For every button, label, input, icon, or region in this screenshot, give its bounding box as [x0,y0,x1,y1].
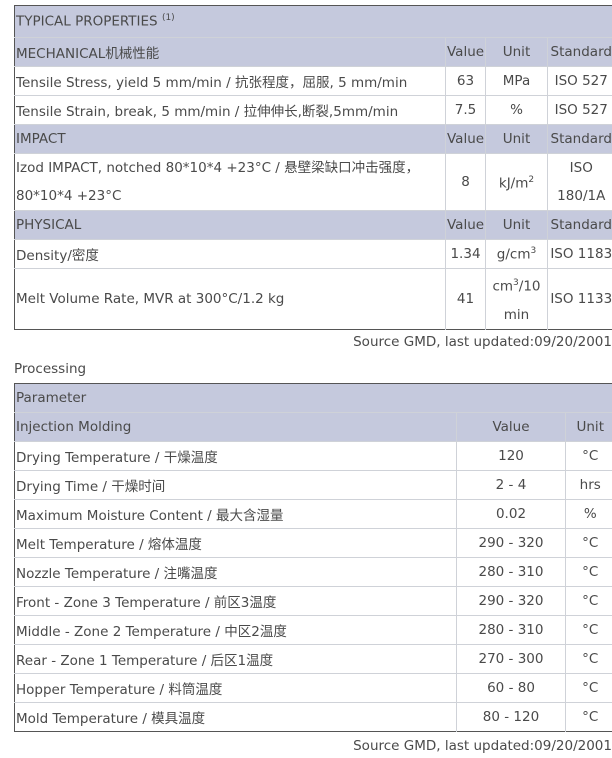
property-unit: cm3/10min [486,269,548,330]
typical-properties-title: TYPICAL PROPERTIES (1) [15,6,612,38]
parameter-value: 290 - 320 [457,529,566,558]
parameter-unit: °C [566,558,612,587]
table-row: Nozzle Temperature / 注嘴温度280 - 310°C [15,558,612,587]
parameter-unit: °C [566,703,612,732]
parameter-unit: °C [566,616,612,645]
parameter-name: Drying Temperature / 干燥温度 [15,442,457,471]
property-standard: ISO 527 [548,67,612,96]
parameter-name: Rear - Zone 1 Temperature / 后区1温度 [15,645,457,674]
property-value: 41 [446,269,486,330]
parameter-unit: °C [566,442,612,471]
value-column-header: Value [446,38,486,67]
parameter-unit: °C [566,529,612,558]
property-value: 63 [446,67,486,96]
parameter-name: Front - Zone 3 Temperature / 前区3温度 [15,587,457,616]
property-standard: ISO 527 [548,96,612,125]
table-row: Rear - Zone 1 Temperature / 后区1温度270 - 3… [15,645,612,674]
table-row: Maximum Moisture Content / 最大含湿量0.02% [15,500,612,529]
parameter-header-row: Parameter [15,384,612,413]
property-standard: ISO 1133 [548,269,612,330]
parameter-name: Middle - Zone 2 Temperature / 中区2温度 [15,616,457,645]
property-name: Density/密度 [15,240,446,269]
source-note: Source GMD, last updated:09/20/2001 [14,330,612,354]
parameter-value: 120 [457,442,566,471]
property-name: Melt Volume Rate, MVR at 300°C/1.2 kg [15,269,446,330]
table-row: Front - Zone 3 Temperature / 前区3温度290 - … [15,587,612,616]
property-name: Tensile Strain, break, 5 mm/min / 拉伸伸长,断… [15,96,446,125]
property-unit: kJ/m2 [486,154,548,211]
value-column-header: Value [457,413,566,442]
source-note: Source GMD, last updated:09/20/2001 [14,734,612,758]
property-value: 8 [446,154,486,211]
table-row: Melt Temperature / 熔体温度290 - 320°C [15,529,612,558]
table-row: Middle - Zone 2 Temperature / 中区2温度280 -… [15,616,612,645]
parameter-value: 280 - 310 [457,558,566,587]
parameter-unit: °C [566,587,612,616]
property-unit: % [486,96,548,125]
unit-column-header: Unit [486,38,548,67]
unit-column-header: Unit [486,211,548,240]
table-row: Drying Temperature / 干燥温度120°C [15,442,612,471]
typical-properties-header: TYPICAL PROPERTIES (1) [15,6,612,38]
standard-column-header: Standard [548,38,612,67]
parameter-name: Mold Temperature / 模具温度 [15,703,457,732]
footnote-marker: (1) [162,13,175,23]
table-row: Izod IMPACT, notched 80*10*4 +23°C / 悬壁梁… [15,154,612,211]
parameter-value: 290 - 320 [457,587,566,616]
property-unit: g/cm3 [486,240,548,269]
parameter-unit: °C [566,674,612,703]
standard-column-header: Standard [548,211,612,240]
processing-title: Processing [14,357,86,381]
parameter-name: Melt Temperature / 熔体温度 [15,529,457,558]
parameter-name: Maximum Moisture Content / 最大含湿量 [15,500,457,529]
parameter-heading: Parameter [15,384,612,413]
value-column-header: Value [446,211,486,240]
parameter-value: 80 - 120 [457,703,566,732]
table-row: Mold Temperature / 模具温度80 - 120°C [15,703,612,732]
mechanical-header-row: MECHANICAL机械性能 Value Unit Standard [15,38,612,67]
parameter-value: 270 - 300 [457,645,566,674]
property-value: 7.5 [446,96,486,125]
table-row: Melt Volume Rate, MVR at 300°C/1.2 kg 41… [15,269,612,330]
parameter-name: Hopper Temperature / 料筒温度 [15,674,457,703]
unit-column-header: Unit [486,125,548,154]
physical-heading: PHYSICAL [15,211,446,240]
property-standard: ISO180/1A [548,154,612,211]
standard-column-header: Standard [548,125,612,154]
unit-column-header: Unit [566,413,612,442]
table-row: Drying Time / 干燥时间2 - 4hrs [15,471,612,500]
table-row: Hopper Temperature / 料筒温度60 - 80°C [15,674,612,703]
parameter-unit: % [566,500,612,529]
parameter-value: 60 - 80 [457,674,566,703]
parameter-unit: hrs [566,471,612,500]
parameter-value: 280 - 310 [457,616,566,645]
parameter-name: Nozzle Temperature / 注嘴温度 [15,558,457,587]
property-standard: ISO 1183 [548,240,612,269]
parameter-value: 0.02 [457,500,566,529]
table-row: Density/密度 1.34 g/cm3 ISO 1183 [15,240,612,269]
property-name: Izod IMPACT, notched 80*10*4 +23°C / 悬壁梁… [15,154,446,211]
property-value: 1.34 [446,240,486,269]
value-column-header: Value [446,125,486,154]
table-row: Tensile Stress, yield 5 mm/min / 抗张程度，屈服… [15,67,612,96]
processing-table: Parameter Injection Molding Value Unit D… [14,383,612,732]
parameter-name: Drying Time / 干燥时间 [15,471,457,500]
injection-molding-header-row: Injection Molding Value Unit [15,413,612,442]
physical-header-row: PHYSICAL Value Unit Standard [15,211,612,240]
impact-heading: IMPACT [15,125,446,154]
parameter-value: 2 - 4 [457,471,566,500]
typical-properties-table: TYPICAL PROPERTIES (1) MECHANICAL机械性能 Va… [14,5,612,330]
mechanical-heading: MECHANICAL机械性能 [15,38,446,67]
property-name: Tensile Stress, yield 5 mm/min / 抗张程度，屈服… [15,67,446,96]
table-row: Tensile Strain, break, 5 mm/min / 拉伸伸长,断… [15,96,612,125]
injection-molding-heading: Injection Molding [15,413,457,442]
impact-header-row: IMPACT Value Unit Standard [15,125,612,154]
property-unit: MPa [486,67,548,96]
parameter-unit: °C [566,645,612,674]
